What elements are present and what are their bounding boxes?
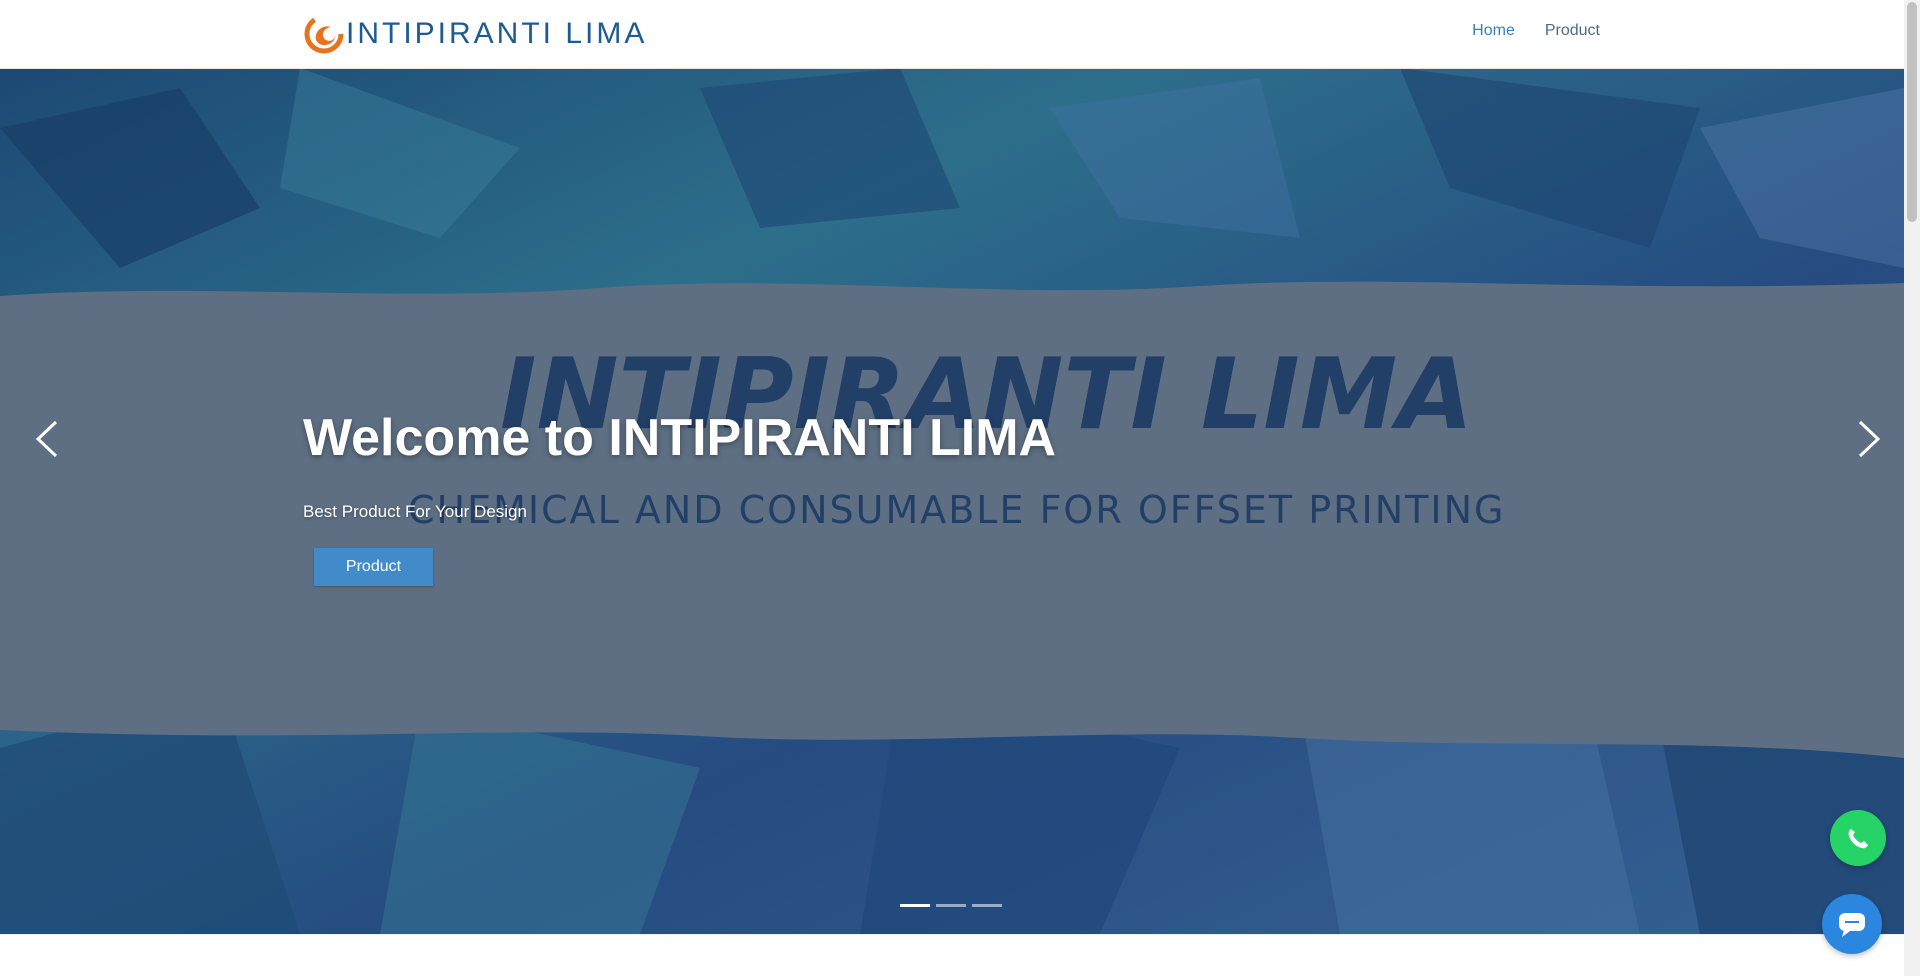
spiral-sun-logo-icon	[304, 14, 344, 54]
main-nav: Home Product	[1472, 22, 1600, 40]
chevron-right-icon	[1858, 420, 1881, 458]
carousel-indicator[interactable]	[900, 904, 930, 907]
hero-title: Welcome to INTIPIRANTI LIMA	[303, 409, 1057, 467]
chat-button[interactable]	[1822, 894, 1882, 954]
whatsapp-icon	[1848, 829, 1868, 849]
top-navbar: INTIPIRANTI LIMA Home Product	[0, 0, 1904, 69]
brand-link[interactable]: INTIPIRANTI LIMA	[304, 12, 647, 56]
nav-product-link[interactable]: Product	[1545, 22, 1600, 40]
brand-name: INTIPIRANTI LIMA	[346, 17, 648, 50]
whatsapp-button[interactable]	[1830, 810, 1886, 866]
carousel-indicator[interactable]	[972, 904, 1002, 907]
scrollbar-thumb[interactable]	[1907, 2, 1917, 222]
chat-bubble-icon	[1839, 913, 1865, 937]
hero-carousel: INTIPIRANTI LIMA CHEMICAL AND CONSUMABLE…	[0, 68, 1904, 934]
carousel-prev-button[interactable]	[24, 416, 70, 462]
chevron-left-icon	[35, 420, 58, 458]
nav-home-link[interactable]: Home	[1472, 22, 1515, 40]
carousel-indicators	[900, 904, 1002, 907]
carousel-indicator[interactable]	[936, 904, 966, 907]
hero-caption: Welcome to INTIPIRANTI LIMA Best Product…	[303, 408, 1057, 586]
product-button[interactable]: Product	[314, 548, 433, 586]
hero-subtitle: Best Product For Your Design	[303, 502, 527, 521]
carousel-next-button[interactable]	[1846, 416, 1892, 462]
page-content-top	[0, 934, 1904, 977]
